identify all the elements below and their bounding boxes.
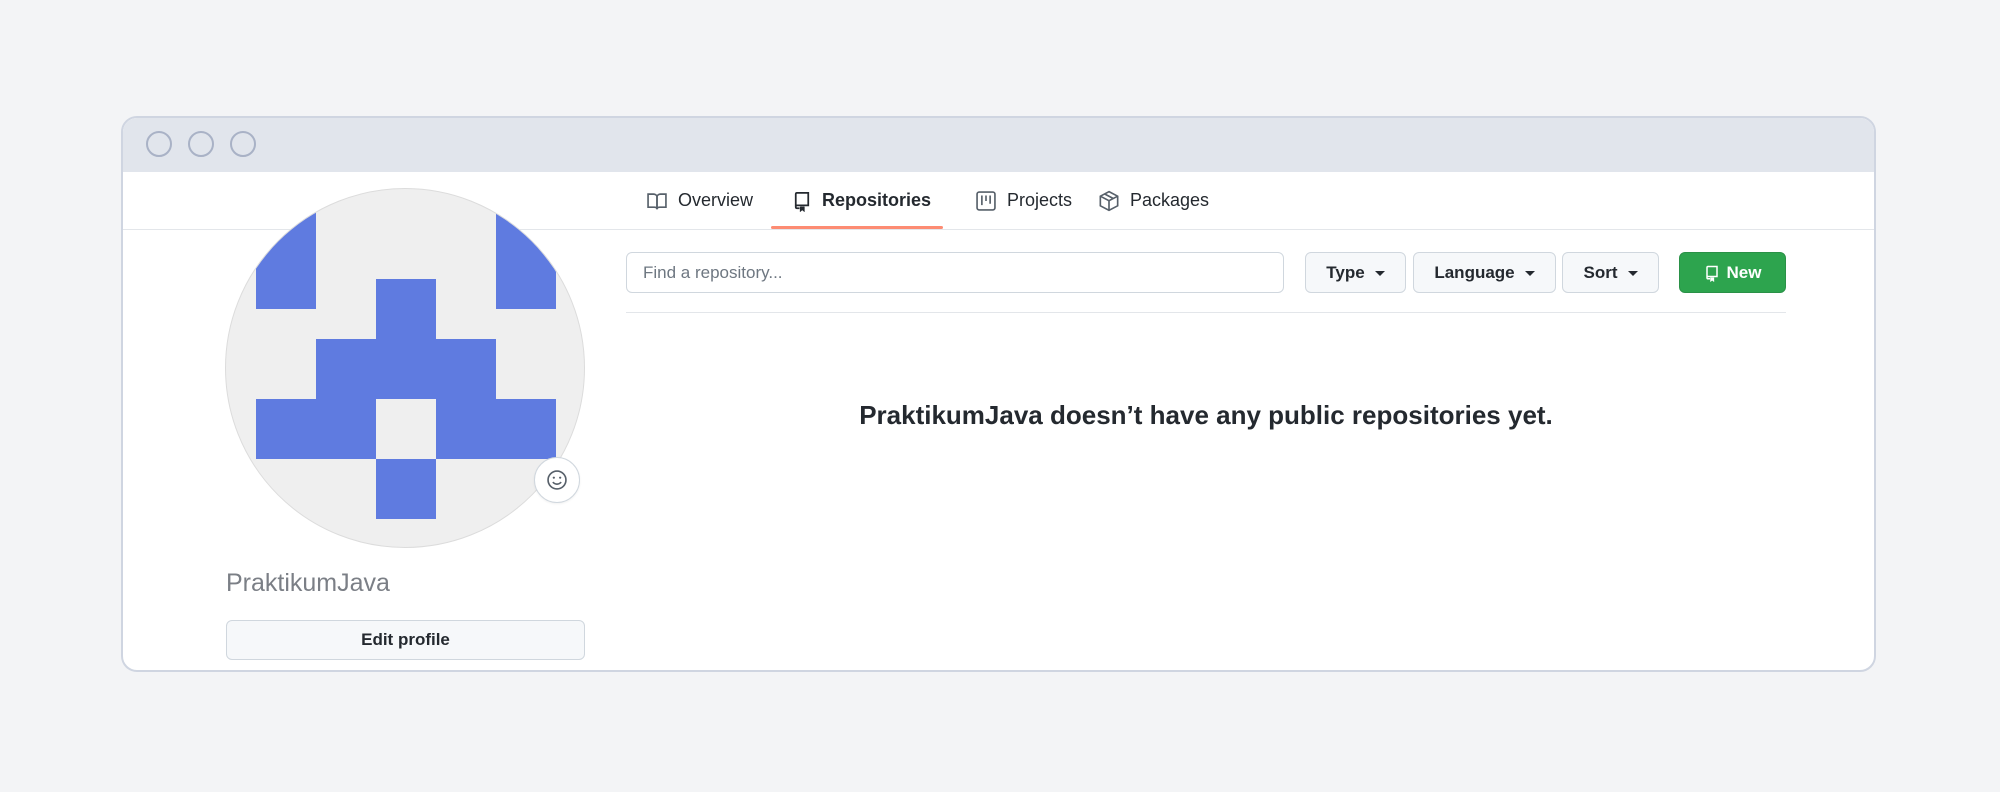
tab-repositories[interactable]: Repositories <box>792 172 931 229</box>
tab-packages[interactable]: Packages <box>1098 172 1209 229</box>
tab-repositories-label: Repositories <box>822 190 932 210</box>
package-icon <box>1099 190 1119 211</box>
window-maximize-button[interactable] <box>230 131 256 157</box>
chevron-down-icon <box>1627 271 1638 276</box>
tab-projects-label: Projects <box>1007 190 1073 210</box>
chevron-down-icon <box>1374 271 1385 276</box>
avatar-block <box>436 399 556 459</box>
new-repository-button[interactable]: New <box>1679 252 1786 293</box>
repo-icon <box>794 191 810 212</box>
tab-overview[interactable]: Overview <box>646 172 753 229</box>
sort-label: Sort <box>1583 262 1618 282</box>
avatar-block <box>376 279 436 339</box>
avatar-block <box>256 399 376 459</box>
language-filter-label: Language <box>1434 262 1515 282</box>
browser-window: Overview Repositories Projects Packages <box>121 116 1876 672</box>
chevron-down-icon <box>1524 271 1535 276</box>
toolbar-divider <box>626 312 1786 313</box>
avatar[interactable] <box>225 188 585 548</box>
avatar-block <box>376 459 436 519</box>
tab-projects[interactable]: Projects <box>975 172 1072 229</box>
tab-overview-label: Overview <box>678 190 754 210</box>
empty-repositories-message: PraktikumJava doesn’t have any public re… <box>859 400 1553 430</box>
active-tab-indicator <box>771 226 943 229</box>
edit-profile-button[interactable]: Edit profile <box>226 620 585 660</box>
set-status-button[interactable] <box>534 457 580 503</box>
new-repository-label: New <box>1726 262 1762 282</box>
window-titlebar <box>123 118 1874 172</box>
language-filter-dropdown[interactable]: Language <box>1413 252 1556 293</box>
avatar-block <box>316 339 496 399</box>
project-icon <box>976 190 996 211</box>
type-filter-label: Type <box>1326 262 1365 282</box>
sort-dropdown[interactable]: Sort <box>1562 252 1659 293</box>
smiley-icon <box>547 470 567 490</box>
type-filter-dropdown[interactable]: Type <box>1305 252 1406 293</box>
avatar-block <box>256 189 316 309</box>
book-icon <box>647 192 667 209</box>
avatar-block <box>496 189 556 309</box>
repository-search-input[interactable] <box>626 252 1284 293</box>
window-close-button[interactable] <box>146 131 172 157</box>
window-minimize-button[interactable] <box>188 131 214 157</box>
repo-icon <box>1705 265 1718 282</box>
profile-username: PraktikumJava <box>226 569 390 597</box>
tab-packages-label: Packages <box>1130 190 1210 210</box>
